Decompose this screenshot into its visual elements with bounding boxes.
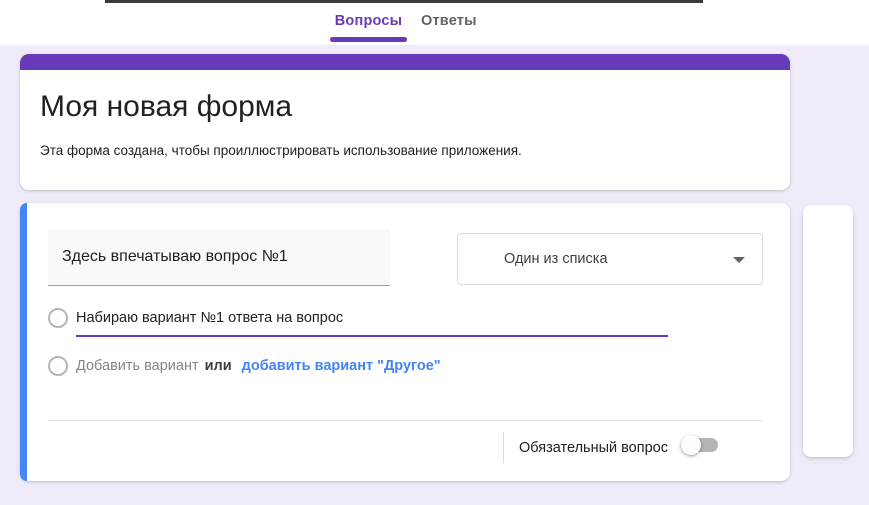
question-card: Один из списка Добавить вариант или доба… <box>20 203 790 481</box>
or-label: или <box>205 358 232 374</box>
required-toggle[interactable] <box>684 438 718 452</box>
form-description[interactable]: Эта форма создана, чтобы проиллюстрирова… <box>40 143 522 158</box>
tab-answers[interactable]: Ответы <box>421 13 477 29</box>
add-option-row: Добавить вариант или добавить вариант "Д… <box>76 358 441 374</box>
toggle-knob <box>681 435 701 455</box>
tab-questions[interactable]: Вопросы <box>330 13 407 29</box>
top-window-edge <box>105 0 703 3</box>
chevron-down-icon <box>733 257 745 263</box>
footer-divider <box>48 420 763 421</box>
form-title[interactable]: Моя новая форма <box>40 90 292 124</box>
google-forms-editor: Вопросы Ответы Моя новая форма Эта форма… <box>0 0 869 505</box>
question-type-dropdown[interactable]: Один из списка <box>457 233 763 285</box>
radio-button-icon <box>48 356 68 376</box>
option1-text-input[interactable] <box>76 301 668 337</box>
required-question-label: Обязательный вопрос <box>519 440 668 456</box>
question-text-input[interactable] <box>48 229 390 286</box>
add-other-option-link[interactable]: добавить вариант "Другое" <box>242 358 441 374</box>
form-title-card: Моя новая форма Эта форма создана, чтобы… <box>20 54 790 190</box>
add-option-button[interactable]: Добавить вариант <box>76 358 199 374</box>
theme-color-bar <box>20 54 790 70</box>
floating-side-toolbar[interactable] <box>803 205 853 457</box>
active-tab-indicator <box>330 37 407 42</box>
question-type-selected-value: Один из списка <box>504 251 608 267</box>
header-tab-bar: Вопросы Ответы <box>0 0 869 45</box>
footer-vertical-divider <box>503 432 504 463</box>
radio-button-icon[interactable] <box>48 308 68 328</box>
selected-question-stripe <box>20 203 27 481</box>
